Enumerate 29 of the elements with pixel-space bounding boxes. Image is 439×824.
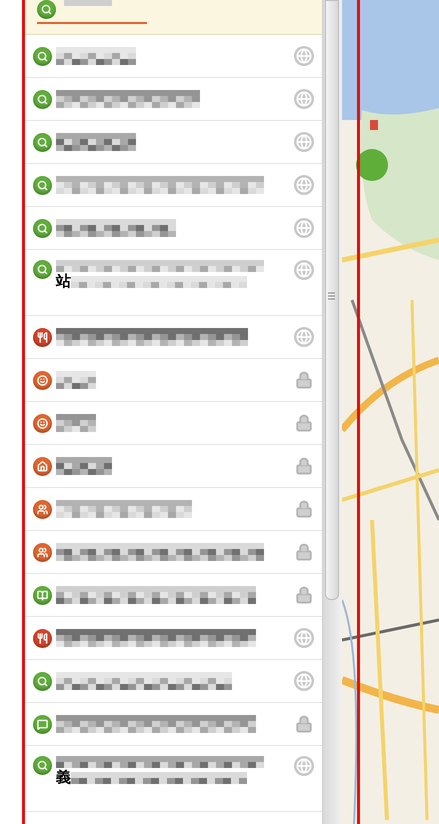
- globe-icon[interactable]: [294, 260, 314, 280]
- search-icon: [37, 0, 56, 19]
- globe-icon[interactable]: [294, 327, 314, 347]
- item-text: 義: [56, 768, 71, 788]
- globe-icon[interactable]: [294, 628, 314, 648]
- globe-icon[interactable]: [294, 671, 314, 691]
- lock-icon[interactable]: [294, 370, 314, 390]
- globe-icon[interactable]: [294, 132, 314, 152]
- pixelated-text: [56, 414, 96, 432]
- pixelated-text: [64, 0, 112, 6]
- scrollbar-thumb[interactable]: [325, 0, 339, 600]
- lock-icon[interactable]: [294, 413, 314, 433]
- lock-icon[interactable]: [294, 456, 314, 476]
- globe-icon[interactable]: [294, 218, 314, 238]
- globe-icon[interactable]: [294, 756, 314, 776]
- scrollbar[interactable]: [322, 0, 342, 824]
- globe-icon[interactable]: [294, 89, 314, 109]
- pixelated-text: [56, 456, 112, 474]
- globe-icon[interactable]: [294, 175, 314, 195]
- lock-icon[interactable]: [294, 585, 314, 605]
- globe-icon[interactable]: [294, 46, 314, 66]
- lock-icon[interactable]: [294, 714, 314, 734]
- lock-icon[interactable]: [294, 499, 314, 519]
- pixelated-text: [56, 370, 96, 388]
- grip-icon: [328, 292, 335, 300]
- list-item[interactable]: 義: [25, 746, 322, 812]
- lock-icon[interactable]: [294, 542, 314, 562]
- item-text: 站: [56, 272, 71, 292]
- list-item[interactable]: 站: [25, 250, 322, 316]
